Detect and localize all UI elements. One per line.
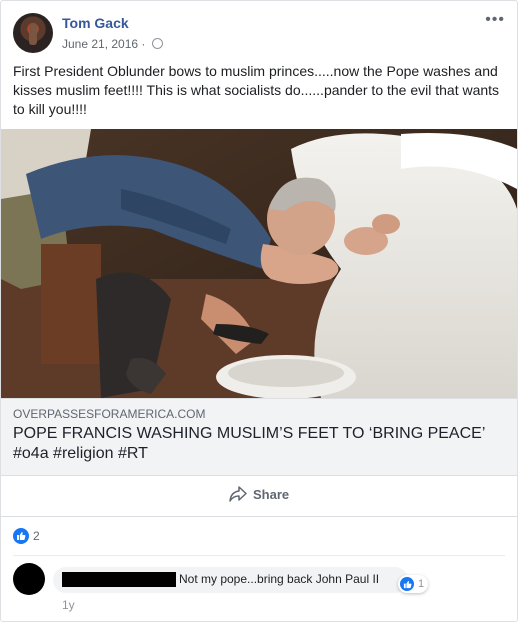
link-title[interactable]: POPE FRANCIS WASHING MUSLIM’S FEET TO ‘B… bbox=[13, 424, 503, 464]
link-domain: OVERPASSESFORAMERICA.COM bbox=[13, 407, 206, 421]
comment-reaction-badge[interactable]: 1 bbox=[398, 575, 429, 593]
post-image-illustration bbox=[1, 129, 517, 398]
post-date[interactable]: June 21, 2016 · bbox=[62, 37, 163, 51]
share-button[interactable]: Share bbox=[229, 486, 289, 502]
like-icon bbox=[13, 528, 29, 544]
comment-text: Not my pope...bring back John Paul II bbox=[179, 572, 380, 586]
post-text: First President Oblunder bows to muslim … bbox=[13, 63, 500, 117]
comment-reaction-count: 1 bbox=[418, 578, 425, 590]
comment-time[interactable]: 1y bbox=[62, 598, 75, 612]
comment-bubble: Not my pope...bring back John Paul II bbox=[53, 567, 408, 593]
commenter-avatar[interactable] bbox=[13, 563, 45, 595]
more-options-icon[interactable]: ••• bbox=[485, 11, 505, 29]
share-icon bbox=[229, 486, 247, 502]
comment-like-icon bbox=[400, 577, 414, 591]
post-date-text[interactable]: June 21, 2016 · bbox=[62, 37, 145, 51]
author-avatar[interactable] bbox=[13, 13, 53, 53]
post-image[interactable] bbox=[1, 129, 517, 398]
like-count: 2 bbox=[33, 529, 40, 543]
redacted-commenter-name bbox=[62, 572, 176, 587]
reaction-summary[interactable]: 2 bbox=[13, 528, 40, 544]
globe-icon bbox=[151, 38, 163, 49]
share-label: Share bbox=[253, 486, 290, 502]
link-preview[interactable]: OVERPASSESFORAMERICA.COM POPE FRANCIS WA… bbox=[1, 398, 517, 476]
action-bar: Share bbox=[1, 476, 517, 517]
post-card: Tom Gack June 21, 2016 · ••• First Presi… bbox=[0, 0, 518, 622]
divider bbox=[13, 555, 505, 556]
author-name[interactable]: Tom Gack bbox=[62, 15, 129, 31]
